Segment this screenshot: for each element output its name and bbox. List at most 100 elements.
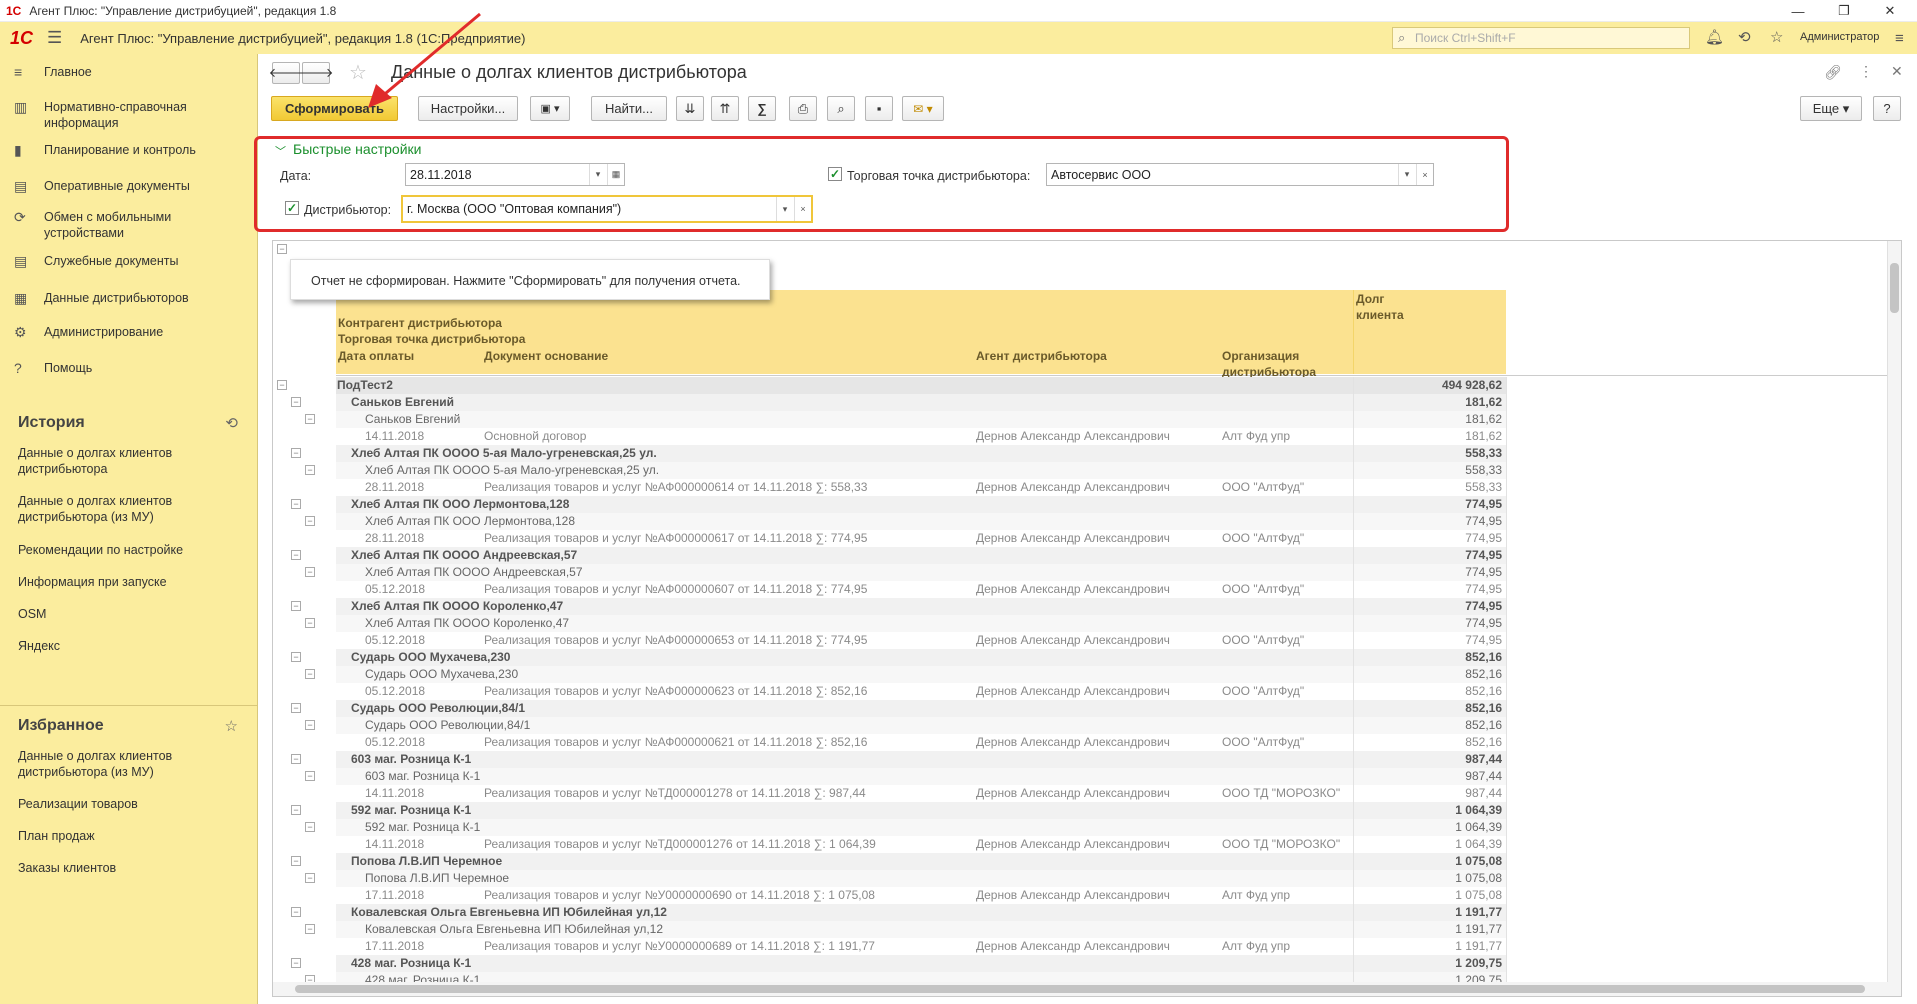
horizontal-scrollbar[interactable] xyxy=(273,982,1888,996)
history-item[interactable]: Информация при запуске xyxy=(0,574,190,590)
quick-settings-title[interactable]: Быстрые настройки xyxy=(293,141,421,157)
forward-button[interactable]: 🡒 xyxy=(299,62,333,84)
chevron-down-icon[interactable]: ▾ xyxy=(1398,164,1415,185)
search-input[interactable]: ⌕ Поиск Ctrl+Shift+F xyxy=(1392,27,1690,49)
chevron-down-icon[interactable]: ﹀ xyxy=(275,143,286,159)
distributor-field[interactable]: г. Москва (ООО "Оптовая компания") ▾ × xyxy=(401,195,813,223)
table-row[interactable]: Хлеб Алтая ПК ООО Лермонтова,128 774,95 xyxy=(336,496,1506,513)
group-toggle-icon[interactable]: − xyxy=(291,499,301,509)
print-icon[interactable]: ⎙ xyxy=(789,96,817,121)
history-clock-icon[interactable]: ⟲ xyxy=(225,414,238,432)
group-toggle-icon[interactable]: − xyxy=(305,771,315,781)
sidebar-item[interactable]: ▤ Служебные документы xyxy=(0,253,258,270)
clear-icon[interactable]: × xyxy=(1416,164,1433,185)
table-row[interactable]: Саньков Евгений 181,62 xyxy=(336,411,1506,428)
group-toggle-icon[interactable]: − xyxy=(291,907,301,917)
hscroll-thumb[interactable] xyxy=(295,985,1865,993)
restore-button[interactable]: ❐ xyxy=(1821,0,1867,22)
close-window-button[interactable]: ✕ xyxy=(1867,0,1913,22)
table-row[interactable]: Ковалевская Ольга Евгеньевна ИП Юбилейна… xyxy=(336,904,1506,921)
user-name[interactable]: Администратор xyxy=(1800,31,1879,43)
favorite-item[interactable]: Данные о долгах клиентов дистрибьютора (… xyxy=(0,748,190,780)
group-toggle-icon[interactable]: − xyxy=(291,754,301,764)
history-item[interactable]: OSM xyxy=(0,606,190,622)
group-toggle-icon[interactable]: − xyxy=(305,669,315,679)
menu-icon[interactable]: ☰ xyxy=(47,28,62,48)
table-row[interactable]: 05.12.2018 Реализация товаров и услуг №АФ… xyxy=(336,581,1506,598)
group-toggle-icon[interactable]: − xyxy=(291,550,301,560)
group-toggle-icon[interactable]: − xyxy=(305,567,315,577)
report-table[interactable]: Контрагент дистрибьютора Торговая точка … xyxy=(272,240,1902,997)
history-item[interactable]: Данные о долгах клиентов дистрибьютора xyxy=(0,445,190,477)
group-toggle-icon[interactable]: − xyxy=(305,516,315,526)
sidebar-item[interactable]: ? Помощь xyxy=(0,360,258,376)
group-toggle-icon[interactable]: − xyxy=(291,856,301,866)
table-row[interactable]: 603 маг. Розница К-1 987,44 xyxy=(336,751,1506,768)
table-row[interactable]: 592 маг. Розница К-1 1 064,39 xyxy=(336,802,1506,819)
table-row[interactable]: 603 маг. Розница К-1 987,44 xyxy=(336,768,1506,785)
send-email-icon[interactable]: ✉ ▾ xyxy=(902,96,944,121)
vscroll-thumb[interactable] xyxy=(1890,263,1899,313)
table-row[interactable]: Сударь ООО Мухачева,230 852,16 xyxy=(336,666,1506,683)
sidebar-item[interactable]: ▤ Оперативные документы xyxy=(0,178,258,195)
table-row[interactable]: Хлеб Алтая ПК ООО Лермонтова,128 774,95 xyxy=(336,513,1506,530)
group-toggle-icon[interactable]: − xyxy=(291,397,301,407)
history-item[interactable]: Яндекс xyxy=(0,638,190,654)
table-row[interactable]: 28.11.2018 Реализация товаров и услуг №АФ… xyxy=(336,479,1506,496)
table-row[interactable]: 05.12.2018 Реализация товаров и услуг №АФ… xyxy=(336,683,1506,700)
group-toggle-icon[interactable]: − xyxy=(277,380,287,390)
favorite-item[interactable]: План продаж xyxy=(0,828,190,844)
notification-bell-icon[interactable]: 🔔︎ xyxy=(1705,28,1724,46)
table-row[interactable]: ПодТест2 494 928,62 xyxy=(336,377,1506,394)
history-item[interactable]: Данные о долгах клиентов дистрибьютора (… xyxy=(0,493,190,525)
sidebar-item[interactable]: ▥ Нормативно-справочная информация xyxy=(0,99,258,131)
table-row[interactable]: Хлеб Алтая ПК ОООО Короленко,47 774,95 xyxy=(336,598,1506,615)
favorites-star-icon[interactable]: ☆ xyxy=(1770,28,1783,46)
report-variants-button[interactable]: ▣ ▾ xyxy=(530,96,570,121)
table-row[interactable]: 05.12.2018 Реализация товаров и услуг №АФ… xyxy=(336,734,1506,751)
close-page-icon[interactable]: ✕ xyxy=(1891,63,1903,80)
outlet-field[interactable]: Автосервис ООО ▾ × xyxy=(1046,163,1434,186)
group-toggle-icon[interactable]: − xyxy=(305,618,315,628)
group-toggle-icon[interactable]: − xyxy=(291,805,301,815)
table-row[interactable]: Сударь ООО Революции,84/1 852,16 xyxy=(336,700,1506,717)
find-button[interactable]: Найти... xyxy=(591,96,667,121)
table-row[interactable]: 28.11.2018 Реализация товаров и услуг №АФ… xyxy=(336,530,1506,547)
outlet-checkbox[interactable]: ✓ xyxy=(828,167,842,181)
sum-icon[interactable]: ∑ xyxy=(748,96,776,121)
sidebar-item[interactable]: ▦ Данные дистрибьюторов xyxy=(0,290,258,307)
history-icon[interactable]: ⟲ xyxy=(1738,28,1751,46)
group-toggle-icon[interactable]: − xyxy=(305,873,315,883)
table-row[interactable]: 592 маг. Розница К-1 1 064,39 xyxy=(336,819,1506,836)
table-row[interactable]: 17.11.2018 Реализация товаров и услуг №У0… xyxy=(336,938,1506,955)
help-button[interactable]: ? xyxy=(1873,96,1901,121)
sidebar-item[interactable]: ≡ Главное xyxy=(0,64,258,80)
table-row[interactable]: 14.11.2018 Основной договор Дернов Алексан… xyxy=(336,428,1506,445)
group-toggle-icon[interactable]: − xyxy=(291,652,301,662)
table-row[interactable]: 428 маг. Розница К-1 1 209,75 xyxy=(336,972,1506,982)
preview-icon[interactable]: ⌕ xyxy=(827,96,855,121)
table-row[interactable]: Попова Л.В.ИП Черемное 1 075,08 xyxy=(336,853,1506,870)
more-vert-icon[interactable]: ⋮ xyxy=(1859,63,1873,80)
group-toggle-icon[interactable]: − xyxy=(305,822,315,832)
table-row[interactable]: Хлеб Алтая ПК ОООО Андреевская,57 774,95 xyxy=(336,547,1506,564)
table-row[interactable]: Саньков Евгений 181,62 xyxy=(336,394,1506,411)
history-item[interactable]: Рекомендации по настройке xyxy=(0,542,190,558)
sidebar-item[interactable]: ⟳ Обмен с мобильными устройствами xyxy=(0,209,258,241)
expand-groups-icon[interactable]: ⇊ xyxy=(676,96,704,121)
favorite-item[interactable]: Реализации товаров xyxy=(0,796,190,812)
table-row[interactable]: 14.11.2018 Реализация товаров и услуг №ТД… xyxy=(336,785,1506,802)
table-row[interactable]: Сударь ООО Мухачева,230 852,16 xyxy=(336,649,1506,666)
sidebar-item[interactable]: ▮ Планирование и контроль xyxy=(0,142,258,159)
group-toggle-icon[interactable]: − xyxy=(291,601,301,611)
more-button[interactable]: Еще ▾ xyxy=(1800,96,1862,121)
group-toggle-icon[interactable]: − xyxy=(305,720,315,730)
table-row[interactable]: Попова Л.В.ИП Черемное 1 075,08 xyxy=(336,870,1506,887)
table-row[interactable]: 17.11.2018 Реализация товаров и услуг №У0… xyxy=(336,887,1506,904)
chevron-down-icon[interactable]: ▾ xyxy=(589,164,606,185)
group-toggle-icon[interactable]: − xyxy=(291,448,301,458)
vertical-scrollbar[interactable] xyxy=(1887,241,1901,996)
calendar-icon[interactable]: ▦ xyxy=(607,164,624,185)
table-row[interactable]: 05.12.2018 Реализация товаров и услуг №АФ… xyxy=(336,632,1506,649)
table-row[interactable]: Ковалевская Ольга Евгеньевна ИП Юбилейна… xyxy=(336,921,1506,938)
